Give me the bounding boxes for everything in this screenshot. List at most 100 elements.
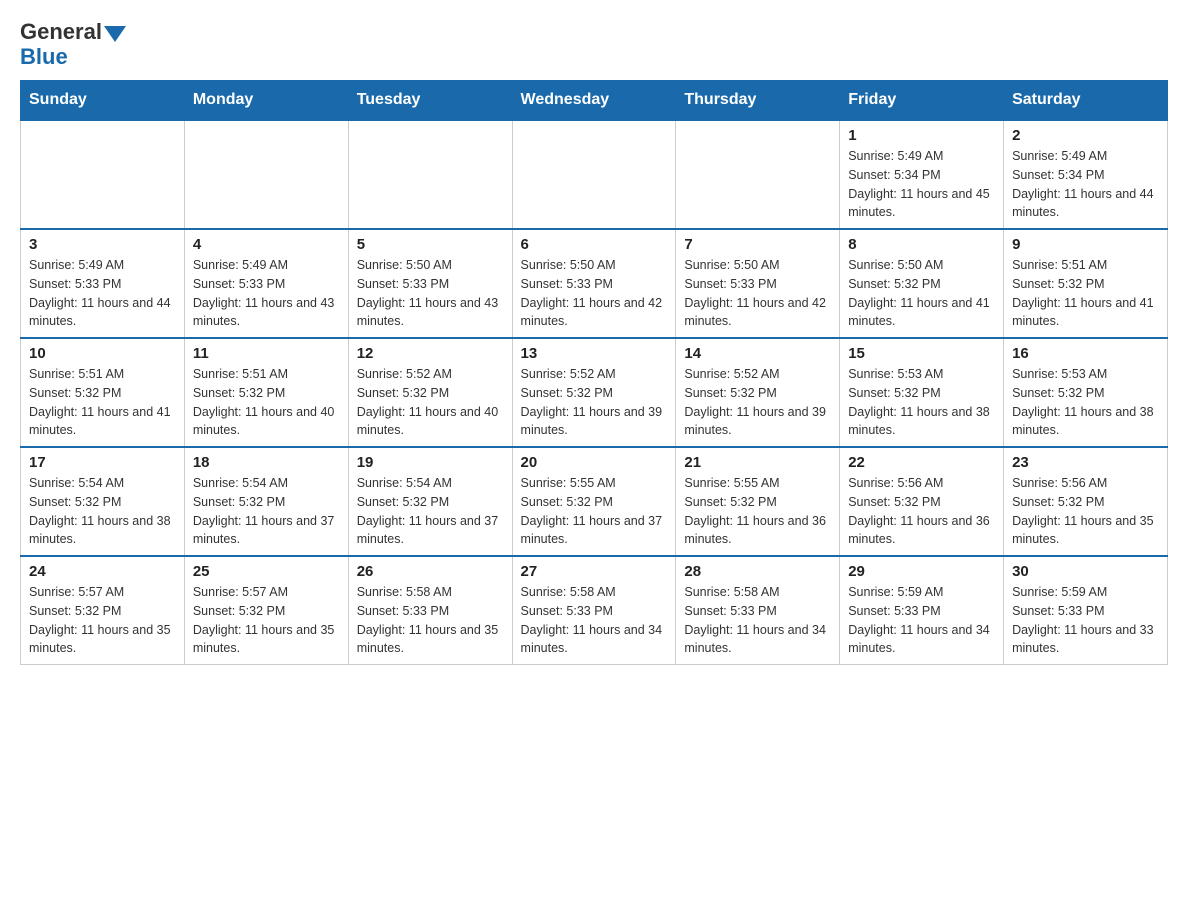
logo-general: General <box>20 20 126 44</box>
calendar-cell: 20 Sunrise: 5:55 AM Sunset: 5:32 PM Dayli… <box>512 447 676 556</box>
calendar-cell: 14 Sunrise: 5:52 AM Sunset: 5:32 PM Dayli… <box>676 338 840 447</box>
day-number: 1 <box>848 127 995 144</box>
calendar-cell: 27 Sunrise: 5:58 AM Sunset: 5:33 PM Dayli… <box>512 556 676 665</box>
calendar-cell: 3 Sunrise: 5:49 AM Sunset: 5:33 PM Daylig… <box>21 229 185 338</box>
day-number: 29 <box>848 563 995 580</box>
day-info: Sunrise: 5:59 AM Sunset: 5:33 PM Dayligh… <box>848 583 995 658</box>
calendar-header: Sunday Monday Tuesday Wednesday Thursday… <box>21 81 1168 121</box>
calendar-cell: 6Sunrise: 5:50 AM Sunset: 5:33 PM Daylig… <box>512 229 676 338</box>
day-number: 17 <box>29 454 176 471</box>
calendar-cell: 10 Sunrise: 5:51 AM Sunset: 5:32 PM Dayli… <box>21 338 185 447</box>
logo-general-text: General <box>20 20 102 44</box>
day-number: 15 <box>848 345 995 362</box>
calendar-cell <box>184 120 348 229</box>
calendar-cell: 11 Sunrise: 5:51 AM Sunset: 5:32 PM Dayli… <box>184 338 348 447</box>
day-info: Sunrise: 5:53 AM Sunset: 5:32 PM Dayligh… <box>1012 365 1159 440</box>
logo-area: General Blue <box>20 20 126 70</box>
day-number: 13 <box>521 345 668 362</box>
day-number: 30 <box>1012 563 1159 580</box>
col-tuesday: Tuesday <box>348 81 512 121</box>
col-sunday: Sunday <box>21 81 185 121</box>
day-info: Sunrise: 5:51 AM Sunset: 5:32 PM Dayligh… <box>193 365 340 440</box>
day-number: 16 <box>1012 345 1159 362</box>
day-number: 21 <box>684 454 831 471</box>
col-monday: Monday <box>184 81 348 121</box>
day-number: 3 <box>29 236 176 253</box>
calendar-cell: 23 Sunrise: 5:56 AM Sunset: 5:32 PM Dayli… <box>1004 447 1168 556</box>
calendar-cell: 16 Sunrise: 5:53 AM Sunset: 5:32 PM Dayli… <box>1004 338 1168 447</box>
day-info: Sunrise: 5:57 AM Sunset: 5:32 PM Dayligh… <box>29 583 176 658</box>
day-number: 20 <box>521 454 668 471</box>
day-number: 5 <box>357 236 504 253</box>
day-info: Sunrise: 5:55 AM Sunset: 5:32 PM Dayligh… <box>521 474 668 549</box>
day-number: 6 <box>521 236 668 253</box>
day-info: Sunrise: 5:51 AM Sunset: 5:32 PM Dayligh… <box>29 365 176 440</box>
calendar-cell: 26Sunrise: 5:58 AM Sunset: 5:33 PM Dayli… <box>348 556 512 665</box>
day-info: Sunrise: 5:58 AM Sunset: 5:33 PM Dayligh… <box>684 583 831 658</box>
day-info: Sunrise: 5:49 AM Sunset: 5:34 PM Dayligh… <box>848 147 995 222</box>
header-row: Sunday Monday Tuesday Wednesday Thursday… <box>21 81 1168 121</box>
logo-blue-text: Blue <box>20 44 68 70</box>
day-number: 24 <box>29 563 176 580</box>
calendar-cell: 12 Sunrise: 5:52 AM Sunset: 5:32 PM Dayli… <box>348 338 512 447</box>
calendar-cell <box>21 120 185 229</box>
calendar-cell: 4 Sunrise: 5:49 AM Sunset: 5:33 PM Daylig… <box>184 229 348 338</box>
calendar-cell: 29 Sunrise: 5:59 AM Sunset: 5:33 PM Dayli… <box>840 556 1004 665</box>
logo-blue-label: Blue <box>20 44 68 69</box>
calendar-cell: 5 Sunrise: 5:50 AM Sunset: 5:33 PM Daylig… <box>348 229 512 338</box>
col-wednesday: Wednesday <box>512 81 676 121</box>
day-number: 7 <box>684 236 831 253</box>
day-info: Sunrise: 5:50 AM Sunset: 5:33 PM Dayligh… <box>357 256 504 331</box>
day-number: 22 <box>848 454 995 471</box>
day-number: 12 <box>357 345 504 362</box>
calendar: Sunday Monday Tuesday Wednesday Thursday… <box>20 80 1168 665</box>
header-area: General Blue <box>20 20 1168 70</box>
day-info: Sunrise: 5:54 AM Sunset: 5:32 PM Dayligh… <box>357 474 504 549</box>
calendar-cell: 7 Sunrise: 5:50 AM Sunset: 5:33 PM Daylig… <box>676 229 840 338</box>
day-info: Sunrise: 5:52 AM Sunset: 5:32 PM Dayligh… <box>684 365 831 440</box>
day-number: 27 <box>521 563 668 580</box>
day-number: 4 <box>193 236 340 253</box>
calendar-cell: 17 Sunrise: 5:54 AM Sunset: 5:32 PM Dayli… <box>21 447 185 556</box>
calendar-cell: 18 Sunrise: 5:54 AM Sunset: 5:32 PM Dayli… <box>184 447 348 556</box>
day-number: 25 <box>193 563 340 580</box>
logo-triangle-icon <box>104 22 126 44</box>
day-info: Sunrise: 5:58 AM Sunset: 5:33 PM Dayligh… <box>521 583 668 658</box>
calendar-week-3: 10 Sunrise: 5:51 AM Sunset: 5:32 PM Dayli… <box>21 338 1168 447</box>
day-info: Sunrise: 5:56 AM Sunset: 5:32 PM Dayligh… <box>848 474 995 549</box>
day-info: Sunrise: 5:54 AM Sunset: 5:32 PM Dayligh… <box>193 474 340 549</box>
calendar-cell: 13 Sunrise: 5:52 AM Sunset: 5:32 PM Dayli… <box>512 338 676 447</box>
day-number: 14 <box>684 345 831 362</box>
day-info: Sunrise: 5:50 AM Sunset: 5:33 PM Dayligh… <box>684 256 831 331</box>
calendar-cell: 21 Sunrise: 5:55 AM Sunset: 5:32 PM Dayli… <box>676 447 840 556</box>
day-info: Sunrise: 5:54 AM Sunset: 5:32 PM Dayligh… <box>29 474 176 549</box>
day-info: Sunrise: 5:51 AM Sunset: 5:32 PM Dayligh… <box>1012 256 1159 331</box>
day-number: 10 <box>29 345 176 362</box>
calendar-week-4: 17 Sunrise: 5:54 AM Sunset: 5:32 PM Dayli… <box>21 447 1168 556</box>
calendar-cell: 30Sunrise: 5:59 AM Sunset: 5:33 PM Dayli… <box>1004 556 1168 665</box>
calendar-cell: 28 Sunrise: 5:58 AM Sunset: 5:33 PM Dayli… <box>676 556 840 665</box>
day-number: 11 <box>193 345 340 362</box>
day-info: Sunrise: 5:58 AM Sunset: 5:33 PM Dayligh… <box>357 583 504 658</box>
day-info: Sunrise: 5:49 AM Sunset: 5:34 PM Dayligh… <box>1012 147 1159 222</box>
calendar-cell <box>676 120 840 229</box>
day-info: Sunrise: 5:52 AM Sunset: 5:32 PM Dayligh… <box>357 365 504 440</box>
day-info: Sunrise: 5:49 AM Sunset: 5:33 PM Dayligh… <box>193 256 340 331</box>
calendar-cell <box>512 120 676 229</box>
day-info: Sunrise: 5:49 AM Sunset: 5:33 PM Dayligh… <box>29 256 176 331</box>
day-number: 18 <box>193 454 340 471</box>
col-friday: Friday <box>840 81 1004 121</box>
day-info: Sunrise: 5:52 AM Sunset: 5:32 PM Dayligh… <box>521 365 668 440</box>
day-info: Sunrise: 5:56 AM Sunset: 5:32 PM Dayligh… <box>1012 474 1159 549</box>
calendar-cell: 8Sunrise: 5:50 AM Sunset: 5:32 PM Daylig… <box>840 229 1004 338</box>
calendar-cell <box>348 120 512 229</box>
day-info: Sunrise: 5:55 AM Sunset: 5:32 PM Dayligh… <box>684 474 831 549</box>
calendar-cell: 25Sunrise: 5:57 AM Sunset: 5:32 PM Dayli… <box>184 556 348 665</box>
day-info: Sunrise: 5:50 AM Sunset: 5:32 PM Dayligh… <box>848 256 995 331</box>
day-number: 23 <box>1012 454 1159 471</box>
day-number: 19 <box>357 454 504 471</box>
calendar-week-5: 24 Sunrise: 5:57 AM Sunset: 5:32 PM Dayli… <box>21 556 1168 665</box>
col-thursday: Thursday <box>676 81 840 121</box>
day-number: 9 <box>1012 236 1159 253</box>
day-number: 28 <box>684 563 831 580</box>
